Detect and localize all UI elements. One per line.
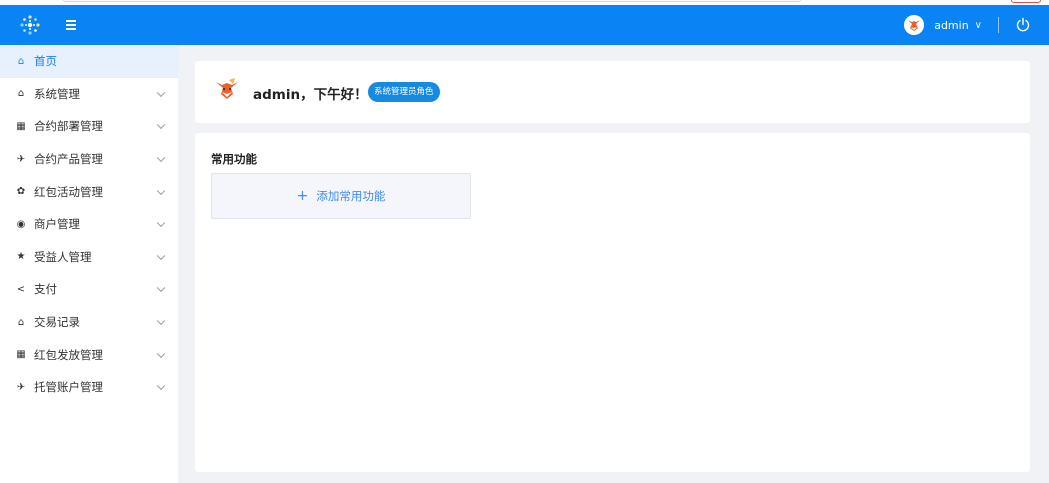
add-common-function-button[interactable]: + 添加常用功能 <box>211 173 471 219</box>
sidebar: ⌂ 首页 ⌂ 系统管理 ▦ 合约部署管理 ✈ 合约产品管理 ✿ 红包活动管理 ◉ 商户管理 ★ 受益人管理… <box>0 45 178 483</box>
sidebar-item-label: 首页 <box>34 54 57 69</box>
sidebar-item-label: 系统管理 <box>34 86 80 101</box>
sidebar-item-label: 托管账户管理 <box>34 380 103 395</box>
chevron-down-icon[interactable] <box>156 88 166 97</box>
browser-red-button <box>1011 0 1041 3</box>
chevron-down-icon[interactable] <box>156 186 166 195</box>
browser-address-bar <box>62 0 802 2</box>
home-icon: ⌂ <box>17 88 25 100</box>
chevron-down-icon[interactable] <box>156 284 166 293</box>
fox-avatar-icon <box>904 15 925 35</box>
chevron-down-icon[interactable] <box>156 218 166 228</box>
plus-icon: + <box>296 188 309 204</box>
chevron-down-icon[interactable] <box>156 251 166 260</box>
greeting-card: admin，下午好！ 系统管理员角色 <box>195 61 1030 123</box>
header-divider <box>998 17 999 33</box>
sidebar-item-11[interactable]: ✈ 托管账户管理 <box>0 371 178 404</box>
user-dropdown-chevron-icon[interactable]: ∨ <box>975 20 982 31</box>
sidebar-item-label: 红包活动管理 <box>34 184 103 199</box>
sidebar-item-label: 支付 <box>34 282 57 297</box>
top-header: admin ∨ <box>0 5 1049 45</box>
header-avatar[interactable] <box>904 15 925 35</box>
home-icon: ⌂ <box>17 316 25 328</box>
chevron-down-icon[interactable] <box>156 153 166 163</box>
star-icon: ★ <box>16 251 26 263</box>
grid-icon: ▦ <box>16 120 26 132</box>
app-logo-icon[interactable] <box>16 11 44 39</box>
role-badge: 系统管理员角色 <box>368 82 440 102</box>
send-icon: ✈ <box>16 381 26 393</box>
greeting-text: admin，下午好！ <box>253 87 368 103</box>
sidebar-item-label: 合约部署管理 <box>34 119 103 134</box>
gear-icon: ✿ <box>16 186 26 198</box>
sidebar-item-9[interactable]: ⌂ 交易记录 <box>0 306 178 339</box>
header-username[interactable]: admin <box>934 19 968 32</box>
sidebar-item-label: 商户管理 <box>34 217 80 232</box>
grid-icon: ▦ <box>16 349 26 361</box>
common-functions-title: 常用功能 <box>211 152 257 166</box>
chevron-down-icon[interactable] <box>156 121 166 130</box>
sidebar-item-8[interactable]: < 支付 <box>0 273 178 306</box>
common-functions-card: 常用功能 + 添加常用功能 <box>195 133 1030 472</box>
chevron-down-icon[interactable] <box>156 349 166 358</box>
sidebar-item-7[interactable]: ★ 受益人管理 <box>0 241 178 274</box>
chevron-down-icon[interactable] <box>156 316 166 326</box>
sidebar-item-2[interactable]: ⌂ 系统管理 <box>0 78 178 111</box>
sidebar-item-label: 交易记录 <box>34 315 80 330</box>
send-icon: ✈ <box>16 153 26 165</box>
fox-avatar-icon <box>216 78 238 99</box>
sidebar-item-label: 合约产品管理 <box>34 152 103 167</box>
sidebar-item-6[interactable]: ◉ 商户管理 <box>0 208 178 241</box>
sidebar-item-label: 红包发放管理 <box>34 347 103 362</box>
share-icon: < <box>16 283 26 295</box>
sidebar-item-1[interactable]: ⌂ 首页 <box>0 45 178 78</box>
add-common-function-label: 添加常用功能 <box>316 189 386 203</box>
sidebar-item-3[interactable]: ▦ 合约部署管理 <box>0 110 178 143</box>
sidebar-item-4[interactable]: ✈ 合约产品管理 <box>0 143 178 176</box>
user-area: admin ∨ <box>904 5 1031 45</box>
sidebar-item-label: 受益人管理 <box>34 249 92 264</box>
sidebar-item-10[interactable]: ▦ 红包发放管理 <box>0 338 178 371</box>
sidebar-item-5[interactable]: ✿ 红包活动管理 <box>0 175 178 208</box>
circle-icon: ◉ <box>16 218 26 230</box>
chevron-down-icon[interactable] <box>156 381 166 391</box>
menu-toggle-icon[interactable] <box>66 18 80 32</box>
home-icon: ⌂ <box>17 55 25 67</box>
power-icon[interactable] <box>1015 17 1031 33</box>
